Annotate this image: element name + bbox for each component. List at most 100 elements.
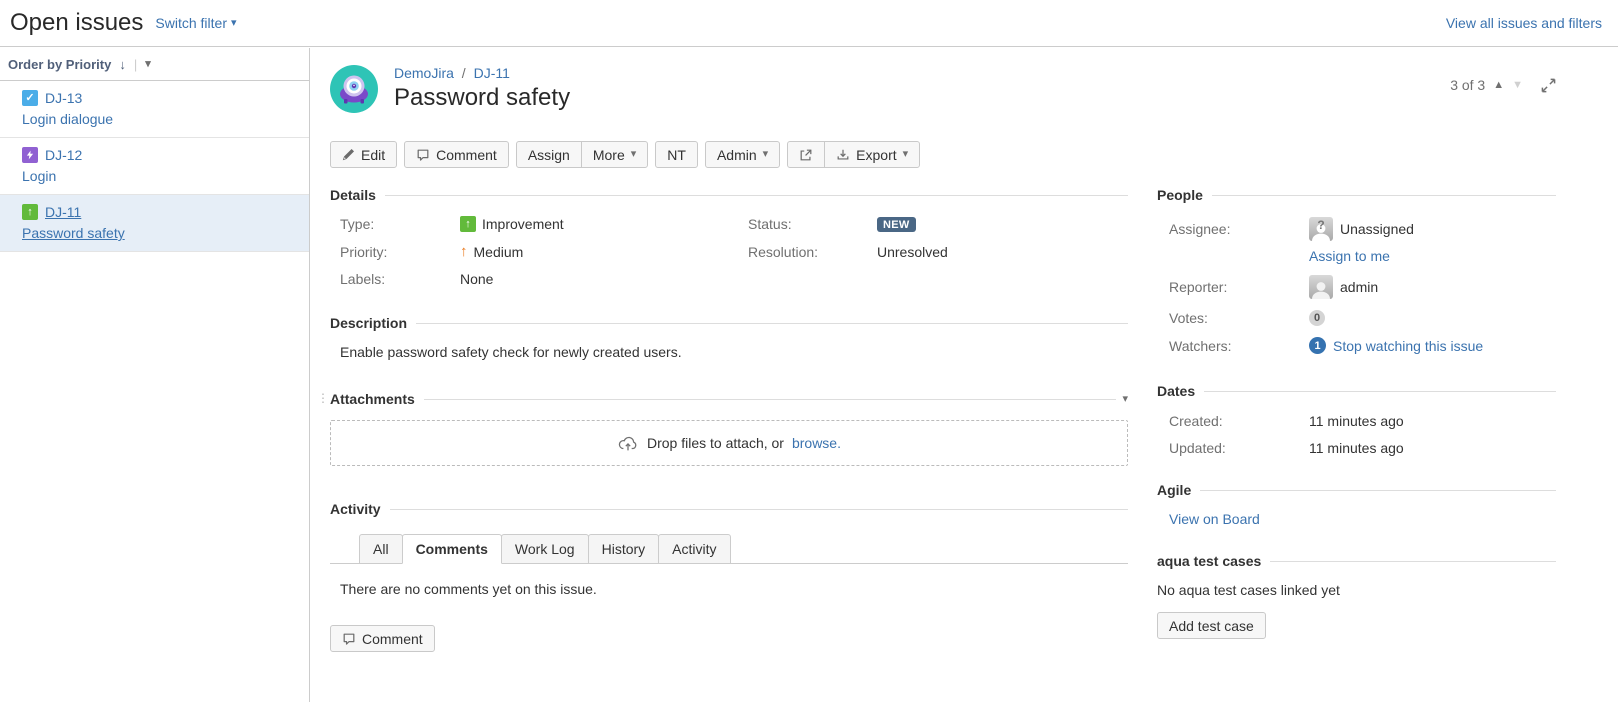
- stop-watching-link[interactable]: Stop watching this issue: [1333, 338, 1483, 354]
- admin-button[interactable]: Admin▾: [705, 141, 780, 168]
- unassigned-avatar: ?: [1309, 217, 1333, 241]
- aqua-test-cases-section: aqua test cases No aqua test cases linke…: [1157, 553, 1556, 639]
- assign-label: Assign: [528, 147, 570, 163]
- issue-summary-link[interactable]: Login: [22, 168, 56, 184]
- aqua-heading: aqua test cases: [1157, 553, 1261, 569]
- issue-key-link[interactable]: DJ-11: [45, 204, 81, 220]
- export-button[interactable]: Export ▾: [824, 141, 920, 168]
- divider: [1200, 490, 1556, 491]
- comment-label: Comment: [362, 631, 423, 647]
- sort-direction-icon[interactable]: ↓: [119, 57, 126, 72]
- project-avatar: [330, 65, 378, 113]
- reporter-avatar: [1309, 275, 1333, 299]
- description-section: Description Enable password safety check…: [330, 315, 1128, 360]
- agile-section: Agile View on Board: [1157, 482, 1556, 527]
- edit-button[interactable]: Edit: [330, 141, 397, 168]
- comment-button[interactable]: Comment: [404, 141, 509, 168]
- assign-more-group: Assign More▾: [516, 141, 648, 168]
- nt-label: NT: [667, 147, 686, 163]
- sidebar-issue-dj13[interactable]: ✓ DJ-13 Login dialogue: [0, 81, 309, 138]
- expand-icon[interactable]: [1541, 78, 1556, 93]
- cloud-upload-icon: [617, 435, 639, 452]
- breadcrumb-project-link[interactable]: DemoJira: [394, 65, 454, 81]
- divider: |: [134, 57, 137, 72]
- assign-to-me-link[interactable]: Assign to me: [1309, 248, 1390, 264]
- comment-footer-button[interactable]: Comment: [330, 625, 435, 652]
- activity-heading: Activity: [330, 501, 381, 517]
- switch-filter-label: Switch filter: [155, 15, 227, 31]
- divider: [1204, 391, 1556, 392]
- add-test-case-button[interactable]: Add test case: [1157, 612, 1266, 639]
- nt-button[interactable]: NT: [655, 141, 698, 168]
- issue-summary-link[interactable]: Login dialogue: [22, 111, 113, 127]
- no-comments-text: There are no comments yet on this issue.: [330, 564, 1128, 597]
- share-button[interactable]: [787, 141, 825, 168]
- view-on-board-link[interactable]: View on Board: [1169, 511, 1260, 527]
- browse-link[interactable]: browse.: [792, 435, 841, 451]
- more-label: More: [593, 147, 625, 163]
- tab-activity[interactable]: Activity: [658, 534, 730, 564]
- aqua-empty-text: No aqua test cases linked yet: [1157, 569, 1556, 598]
- divider: [390, 509, 1128, 510]
- updated-label: Updated:: [1169, 440, 1309, 456]
- agile-heading: Agile: [1157, 482, 1191, 498]
- switch-filter-link[interactable]: Switch filter ▾: [155, 15, 236, 31]
- watchers-badge[interactable]: 1: [1309, 337, 1326, 354]
- sidebar-issue-dj12[interactable]: DJ-12 Login: [0, 138, 309, 195]
- assign-button[interactable]: Assign: [516, 141, 582, 168]
- improvement-type-icon: ↑: [22, 204, 38, 220]
- attachments-menu-chevron-icon[interactable]: ▾: [1122, 394, 1128, 405]
- assignee-value: ? Unassigned: [1309, 217, 1556, 241]
- pencil-icon: [342, 148, 355, 161]
- tab-comments[interactable]: Comments: [402, 534, 502, 564]
- view-all-issues-link[interactable]: View all issues and filters: [1446, 15, 1602, 31]
- issue-key-link[interactable]: DJ-13: [45, 90, 82, 106]
- order-by-bar: Order by Priority ↓ | ▾: [0, 48, 309, 81]
- details-heading: Details: [330, 187, 376, 203]
- sidebar-issue-dj11-selected[interactable]: ↑ DJ-11 Password safety: [0, 195, 309, 252]
- resolution-label: Resolution:: [748, 244, 877, 260]
- type-label: Type:: [340, 216, 460, 232]
- main-column: Details Type: ↑ Improvement Status: NEW …: [330, 187, 1128, 652]
- question-mark-icon: ?: [1309, 218, 1333, 232]
- top-header: Open issues Switch filter▾ View all issu…: [0, 0, 1618, 47]
- previous-issue-icon[interactable]: ▲: [1493, 80, 1504, 91]
- issue-key-link[interactable]: DJ-12: [45, 147, 82, 163]
- drag-handle-icon[interactable]: ⋮: [317, 392, 329, 404]
- votes-badge[interactable]: 0: [1309, 310, 1325, 326]
- comment-label: Comment: [436, 147, 497, 163]
- labels-value: None: [460, 271, 748, 287]
- share-icon: [799, 148, 813, 162]
- tab-history[interactable]: History: [588, 534, 660, 564]
- activity-tabbar: All Comments Work Log History Activity: [330, 534, 1128, 564]
- issue-detail-panel: DemoJira / DJ-11 Password safety 3 of 3 …: [311, 48, 1618, 702]
- reporter-label: Reporter:: [1169, 279, 1309, 295]
- admin-label: Admin: [717, 147, 757, 163]
- type-text: Improvement: [482, 216, 564, 232]
- votes-label: Votes:: [1169, 310, 1309, 326]
- attachment-dropzone[interactable]: Drop files to attach, or browse.: [330, 420, 1128, 466]
- divider: [416, 323, 1128, 324]
- status-label: Status:: [748, 216, 877, 232]
- assignee-label: Assignee:: [1169, 221, 1309, 237]
- description-text[interactable]: Enable password safety check for newly c…: [330, 331, 1128, 360]
- priority-text: Medium: [474, 244, 524, 260]
- reporter-value: admin: [1309, 275, 1556, 299]
- pager-count: 3 of 3: [1450, 77, 1485, 93]
- improvement-type-icon: ↑: [460, 216, 476, 232]
- order-options-chevron-icon[interactable]: ▾: [145, 59, 151, 70]
- order-by-label[interactable]: Order by Priority: [8, 57, 111, 72]
- tab-all[interactable]: All: [359, 534, 403, 564]
- speech-bubble-icon: [342, 632, 356, 646]
- issue-summary-link[interactable]: Password safety: [22, 225, 125, 241]
- next-issue-icon-disabled: ▼: [1512, 80, 1523, 91]
- chevron-down-icon: ▾: [231, 18, 237, 29]
- tab-work-log[interactable]: Work Log: [501, 534, 589, 564]
- priority-value: ↑ Medium: [460, 243, 748, 260]
- issue-pager: 3 of 3 ▲ ▼: [1450, 77, 1556, 93]
- more-button[interactable]: More▾: [581, 141, 648, 168]
- labels-label: Labels:: [340, 271, 460, 287]
- breadcrumb-issue-link[interactable]: DJ-11: [474, 65, 510, 81]
- dates-heading: Dates: [1157, 383, 1195, 399]
- type-value: ↑ Improvement: [460, 216, 748, 232]
